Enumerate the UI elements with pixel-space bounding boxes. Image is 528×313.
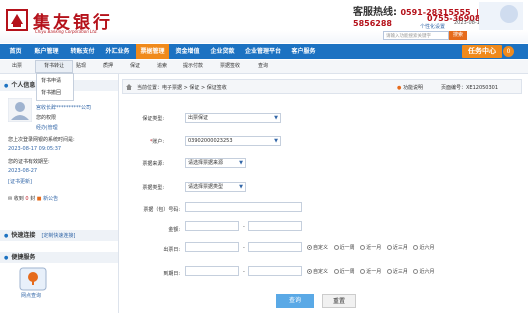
dropdown-item-endorse-revoke[interactable]: 背书撤回: [41, 89, 61, 96]
radio-issue-custom[interactable]: 自定义: [307, 244, 328, 251]
subnav-guarantee[interactable]: 保证: [130, 60, 140, 73]
breadcrumb-bar: 当前位置：电子票据 > 保证 > 保证签收 ● 功能说明 页面编号：XE1205…: [122, 79, 522, 94]
due-date-label: 到期日:: [163, 271, 180, 277]
branch-query-icon[interactable]: [18, 264, 48, 294]
subnav-endorse-transfer[interactable]: 背书转让: [35, 60, 73, 73]
personal-settings-link[interactable]: 个性化设置: [420, 23, 445, 30]
function-help-link[interactable]: ● 功能说明: [397, 84, 423, 91]
chevron-down-icon: ▼: [239, 184, 243, 190]
amount-min-input[interactable]: [185, 221, 239, 231]
due-date-range-separator: -: [243, 269, 245, 275]
issue-date-range-radios: 自定义 近一周 近一月 近三月 近六月: [307, 244, 438, 251]
nav-corporate-loan[interactable]: 企业贷款: [206, 44, 239, 59]
query-button[interactable]: 查询: [276, 294, 314, 308]
account-select[interactable]: 03902000023253 ▼: [185, 136, 281, 146]
nav-enterprise-platform[interactable]: 企业管理平台: [241, 44, 285, 59]
subnav-query[interactable]: 查询: [258, 60, 268, 73]
nav-forex[interactable]: 外汇业务: [101, 44, 134, 59]
radio-issue-3months[interactable]: 近三月: [386, 244, 408, 251]
nav-home[interactable]: 首页: [3, 44, 28, 59]
guarantee-type-select[interactable]: 出票保证 ▼: [185, 113, 281, 123]
last-login-label: 您上次登录网银的系统时间是:: [8, 137, 75, 143]
issue-date-start-input[interactable]: [185, 242, 239, 252]
bill-number-label: 票据（包）号码:: [143, 207, 180, 213]
radio-due-3months[interactable]: 近三月: [386, 268, 408, 275]
new-notice-link[interactable]: 新公告: [43, 196, 58, 202]
bill-type-label: 票据类型:: [142, 185, 164, 191]
cert-expiry-label: 您的证书有效期至:: [8, 159, 50, 165]
bill-source-label: 票据来源:: [142, 161, 164, 167]
mail-icon: ✉: [8, 196, 13, 202]
subnav-recourse[interactable]: 追索: [157, 60, 167, 73]
subnav-pledge[interactable]: 质押: [103, 60, 113, 73]
bank-name-en: Chiyu Banking Corporation Ltd.: [35, 29, 98, 34]
user-avatar-icon: [8, 98, 32, 122]
role-label: 您的权限: [36, 115, 57, 121]
dropdown-item-endorse-apply[interactable]: 背书申请: [41, 77, 61, 84]
subnav-discount[interactable]: 贴现: [76, 60, 86, 73]
cert-update-link[interactable]: [证书更新]: [8, 178, 32, 185]
section-quick-links[interactable]: ● 快速连接 [定制快速连接]: [0, 230, 118, 241]
breadcrumb: 当前位置：电子票据 > 保证 > 保证签收: [137, 85, 227, 91]
amount-range-separator: -: [243, 224, 245, 230]
due-date-end-input[interactable]: [248, 266, 302, 276]
guarantee-type-label: 保证类型:: [142, 116, 164, 122]
decorative-header-graphic: [479, 2, 523, 30]
search-input[interactable]: 请输入功能搜索关键字: [383, 31, 449, 40]
due-date-range-radios: 自定义 近一周 近一月 近三月 近六月: [307, 268, 438, 275]
issue-date-label: 出票日:: [163, 247, 180, 253]
bill-type-select[interactable]: 请选择票据类型 ▼: [185, 182, 246, 192]
notice-icon: ■: [36, 196, 42, 202]
task-count-badge[interactable]: 0: [503, 46, 514, 57]
bill-source-select[interactable]: 请选择票据来源 ▼: [185, 158, 246, 168]
sub-nav: 出票 背书转让 贴现 质押 保证 追索 提示付款 票据签收 查询: [0, 60, 528, 74]
help-icon: ●: [397, 85, 402, 91]
header: 集友银行 Chiyu Banking Corporation Ltd. 客服热线…: [0, 0, 528, 43]
reset-button[interactable]: 重置: [322, 294, 356, 308]
nav-customer-service[interactable]: 客户服务: [287, 44, 320, 59]
amount-label: 金额:: [168, 227, 180, 233]
custom-quick-link[interactable]: [定制快速连接]: [41, 233, 75, 239]
bank-logo-icon: [6, 9, 28, 31]
last-login-time: 2023-08-17 09:05:37: [8, 146, 62, 152]
inbox-summary: ✉ 收到 0 封 ■ 新公告: [8, 196, 59, 202]
chevron-down-icon: ▼: [239, 160, 243, 166]
nav-fund-appreciation[interactable]: 资金增值: [171, 44, 204, 59]
subnav-issue[interactable]: 出票: [12, 60, 22, 73]
endorse-dropdown-menu: 背书申请 背书撤回: [36, 73, 74, 101]
radio-issue-week[interactable]: 近一周: [333, 244, 355, 251]
radio-issue-month[interactable]: 近一月: [360, 244, 381, 251]
task-center-button[interactable]: 任务中心: [462, 45, 502, 58]
chevron-down-icon: ▼: [274, 138, 278, 144]
role-value: 经办|管理: [36, 125, 58, 131]
radio-due-6months[interactable]: 近六月: [413, 268, 434, 275]
bill-number-input[interactable]: [185, 202, 302, 212]
subnav-payment-prompt[interactable]: 提示付款: [183, 60, 203, 73]
issue-date-range-separator: -: [243, 245, 245, 251]
account-label: *账户:: [149, 139, 164, 145]
main-nav: 首页 账户管理 转账支付 外汇业务 票据管理 资金增值 企业贷款 企业管理平台 …: [0, 44, 528, 59]
radio-due-custom[interactable]: 自定义: [307, 268, 328, 275]
subnav-bill-receipt[interactable]: 票据签收: [220, 60, 240, 73]
nav-bill-mgmt[interactable]: 票据管理: [136, 44, 169, 59]
issue-date-end-input[interactable]: [248, 242, 302, 252]
chevron-down-icon: ▼: [274, 115, 278, 121]
nav-account-mgmt[interactable]: 账户管理: [30, 44, 63, 59]
radio-issue-6months[interactable]: 近六月: [413, 244, 434, 251]
company-name: 宫收长辞**********公司: [36, 105, 92, 111]
page-number: 页面编号：XE12050301: [441, 85, 499, 91]
cert-expiry-date: 2023-08-27: [8, 168, 38, 174]
search-button[interactable]: 搜索: [449, 31, 467, 40]
section-convenient-services[interactable]: ● 便捷服务: [0, 252, 118, 263]
due-date-start-input[interactable]: [185, 266, 239, 276]
nav-transfer-payment[interactable]: 转账支付: [66, 44, 99, 59]
radio-due-month[interactable]: 近一月: [360, 268, 381, 275]
radio-due-week[interactable]: 近一周: [333, 268, 355, 275]
amount-max-input[interactable]: [248, 221, 302, 231]
home-icon: [126, 84, 132, 90]
